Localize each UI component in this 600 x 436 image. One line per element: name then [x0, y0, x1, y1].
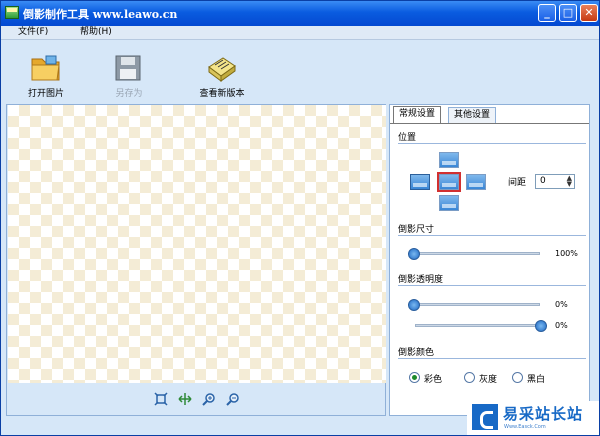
open-image-label: 打开图片	[27, 89, 64, 99]
color-divider	[398, 358, 586, 359]
position-center-option[interactable]	[437, 172, 461, 192]
stepper-arrows-icon[interactable]: ▲ ▼	[567, 175, 572, 188]
update-box-icon	[208, 57, 236, 82]
color-option-bw-label: 黑白	[527, 375, 546, 385]
color-section-title: 倒影颜色	[398, 348, 435, 358]
zoom-in-icon[interactable]	[202, 392, 216, 406]
settings-panel: 常规设置 其他设置 位置 间距 0 ▲ ▼ 倒影尺寸 100% 倒影透明度 0% …	[389, 104, 590, 416]
toolbar: 打开图片 另存为 查看新版本	[1, 41, 599, 102]
floppy-disk-icon	[115, 55, 141, 81]
tab-divider	[390, 123, 589, 124]
folder-icon	[31, 55, 60, 81]
preview-panel	[6, 104, 386, 416]
site-watermark: 易采站长站 Www.Easck.Com	[467, 401, 599, 435]
position-right-option[interactable]	[466, 174, 486, 190]
watermark-text: 易采站长站	[503, 405, 584, 423]
size-slider-track[interactable]	[410, 252, 540, 255]
check-update-button[interactable]: 查看新版本	[191, 43, 253, 101]
color-radio-color[interactable]	[409, 372, 420, 383]
save-as-label: 另存为	[115, 89, 143, 99]
menu-bar: 文件(F) 帮助(H)	[1, 26, 599, 40]
zoom-out-icon[interactable]	[226, 392, 240, 406]
spacing-stepper[interactable]: 0 ▲ ▼	[535, 174, 575, 189]
opacity-end-slider-track[interactable]	[415, 324, 543, 327]
fit-window-icon[interactable]	[154, 392, 168, 406]
opacity-start-slider-thumb[interactable]	[408, 299, 420, 311]
size-section-title: 倒影尺寸	[398, 225, 435, 235]
opacity-section-title: 倒影透明度	[398, 275, 444, 285]
menu-file[interactable]: 文件(F)	[15, 26, 51, 40]
color-radio-bw[interactable]	[512, 372, 523, 383]
open-image-button[interactable]: 打开图片	[21, 43, 71, 101]
menu-help[interactable]: 帮助(H)	[77, 26, 115, 40]
save-as-button[interactable]: 另存为	[104, 43, 154, 101]
size-value: 100%	[555, 249, 578, 258]
maximize-button[interactable]: □	[559, 4, 577, 22]
size-slider-thumb[interactable]	[408, 248, 420, 260]
opacity-divider	[398, 285, 586, 286]
opacity-start-slider-track[interactable]	[410, 303, 540, 306]
title-bar[interactable]: 倒影制作工具 www.leawo.cn _ □ ✕	[1, 1, 599, 26]
size-divider	[398, 235, 586, 236]
position-left-option[interactable]	[410, 174, 430, 190]
preview-canvas[interactable]	[8, 105, 386, 383]
app-window: 倒影制作工具 www.leawo.cn _ □ ✕ 文件(F) 帮助(H) 打开…	[0, 0, 600, 436]
window-title: 倒影制作工具 www.leawo.cn	[23, 8, 178, 21]
site-logo-icon	[472, 404, 498, 430]
opacity-end-value: 0%	[555, 321, 568, 330]
position-divider	[398, 143, 586, 144]
minimize-button[interactable]: _	[538, 4, 556, 22]
app-icon	[5, 6, 19, 19]
close-button[interactable]: ✕	[580, 4, 598, 22]
spacing-value: 0	[540, 176, 546, 186]
position-top-option[interactable]	[439, 152, 459, 168]
watermark-subtext: Www.Easck.Com	[504, 424, 546, 430]
opacity-end-slider-thumb[interactable]	[535, 320, 547, 332]
position-bottom-option[interactable]	[439, 195, 459, 211]
actual-size-icon[interactable]	[178, 392, 192, 406]
tab-other-settings[interactable]: 其他设置	[448, 107, 497, 123]
color-option-gray-label: 灰度	[479, 375, 498, 385]
opacity-start-value: 0%	[555, 300, 568, 309]
spacing-label: 间距	[508, 178, 527, 188]
color-option-color-label: 彩色	[424, 375, 443, 385]
position-section-title: 位置	[398, 133, 417, 143]
tab-general-settings[interactable]: 常规设置	[393, 106, 442, 123]
color-radio-gray[interactable]	[464, 372, 475, 383]
check-update-label: 查看新版本	[199, 89, 245, 99]
